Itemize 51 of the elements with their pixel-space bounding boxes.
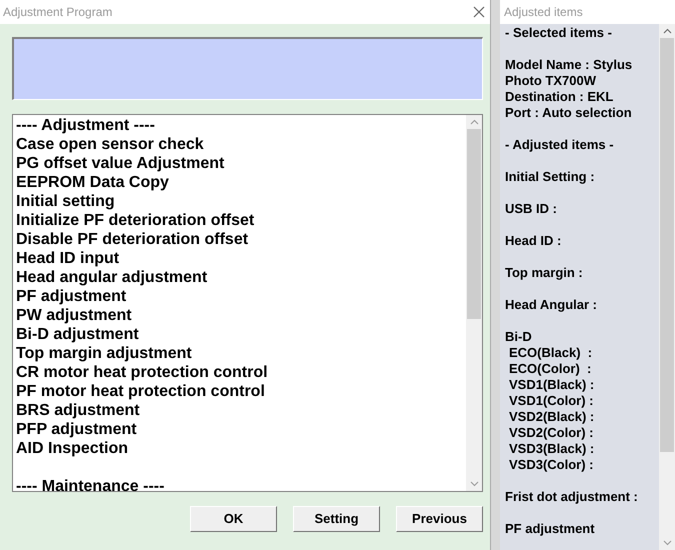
dialog-button[interactable]: Setting [293, 506, 380, 532]
info-line: Head Angular : [505, 297, 598, 313]
list-item[interactable]: PG offset value Adjustment [16, 154, 466, 173]
scrollbar-thumb[interactable] [467, 129, 481, 319]
dialog-button[interactable]: Previous [396, 506, 483, 532]
info-line: VSD3(Black) : [508, 441, 596, 457]
info-line: VSD2(Color) : [508, 425, 594, 441]
list-item[interactable]: EEPROM Data Copy [16, 173, 466, 192]
list-item[interactable]: Initial setting [16, 192, 466, 211]
list-item[interactable]: Bi-D adjustment [16, 325, 466, 344]
info-line: PF adjustment [505, 521, 596, 537]
list-item[interactable]: BRS adjustment [16, 401, 466, 420]
info-line: Model Name : Stylus Photo TX700W [505, 57, 634, 89]
scrollbar[interactable] [466, 115, 482, 491]
list-item[interactable]: PW adjustment [16, 306, 466, 325]
list-item[interactable]: Disable PF deterioration offset [16, 230, 466, 249]
info-line: VSD1(Color) : [508, 393, 594, 409]
list-item[interactable]: Case open sensor check [16, 135, 466, 154]
list-heading: ---- Maintenance ---- [16, 477, 166, 491]
info-line: - Selected items - [505, 25, 613, 41]
info-line: VSD2(Black) : [508, 409, 596, 425]
info-line: Frist dot adjustment : [505, 489, 639, 505]
dialog-button[interactable]: OK [190, 506, 277, 532]
list-heading: ---- Adjustment ---- [16, 116, 156, 135]
info-line: VSD3(Color) : [508, 457, 594, 473]
list-item[interactable]: PF adjustment [16, 287, 466, 306]
list-item[interactable]: PFP adjustment [16, 420, 466, 439]
scrollbar[interactable] [659, 24, 675, 550]
list-item[interactable]: AID Inspection [16, 439, 466, 458]
info-line: ECO(Black) : [508, 345, 594, 361]
info-line: Head ID : [505, 233, 562, 249]
info-line: VSD1(Black) : [508, 377, 596, 393]
info-line: USB ID : [505, 201, 558, 217]
close-icon[interactable] [472, 5, 486, 19]
list-item[interactable]: Head ID input [16, 249, 466, 268]
list-item[interactable]: Initialize PF deterioration offset [16, 211, 466, 230]
window-title: Adjusted items [504, 4, 583, 21]
info-line: Port : Auto selection [505, 105, 633, 121]
list-item[interactable]: PF motor heat protection control [16, 382, 466, 401]
scrollbar-thumb[interactable] [660, 38, 674, 452]
window-title: Adjustment Program [3, 4, 112, 21]
info-line: - Adjusted items - [505, 137, 615, 153]
list-item[interactable]: Top margin adjustment [16, 344, 466, 363]
info-line: ECO(Color) : [508, 361, 592, 377]
function-list[interactable] [12, 114, 483, 492]
list-item[interactable]: Head angular adjustment [16, 268, 466, 287]
info-line: Destination : EKL [505, 89, 614, 105]
info-line: Initial Setting : [505, 169, 596, 185]
info-line: Top margin : [505, 265, 584, 281]
list-item[interactable]: CR motor heat protection control [16, 363, 466, 382]
info-line: Bi-D [505, 329, 533, 345]
